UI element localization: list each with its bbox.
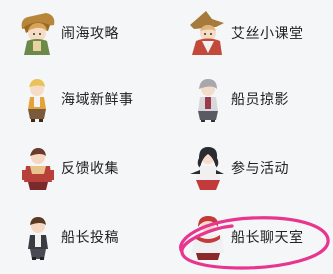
red-hair-captain-icon [186,213,228,261]
menu-item-chatroom[interactable]: 船长聊天室 [178,214,328,260]
menu-item-label: 船长投稿 [61,230,119,246]
menu-item-label: 海域新鲜事 [61,92,134,108]
menu-item-submission[interactable]: 船长投稿 [8,214,158,260]
menu-item-label: 反馈收集 [61,161,119,177]
menu-item-label: 船长聊天室 [231,230,304,246]
dark-hair-dancer-icon [186,144,228,192]
red-outfit-chibi-icon [16,144,58,192]
blonde-chibi-icon [16,75,58,123]
gray-hair-chibi-icon [186,75,228,123]
menu-item-strategy[interactable]: 闹海攻略 [8,10,158,56]
menu-item-feedback[interactable]: 反馈收集 [8,145,158,191]
menu-item-events[interactable]: 参与活动 [178,145,328,191]
menu-item-classroom[interactable]: 艾丝小课堂 [178,10,328,56]
menu-item-crew-glimpse[interactable]: 船员掠影 [178,76,328,122]
menu-item-label: 艾丝小课堂 [231,26,304,42]
adventurer-girl-icon [16,9,58,57]
witch-hat-girl-icon [186,9,228,57]
menu-item-label: 参与活动 [231,161,289,177]
brown-hair-chibi-icon [16,213,58,261]
menu-item-label: 闹海攻略 [61,26,119,42]
menu-item-sea-news[interactable]: 海域新鲜事 [8,76,158,122]
menu-item-label: 船员掠影 [231,92,289,108]
